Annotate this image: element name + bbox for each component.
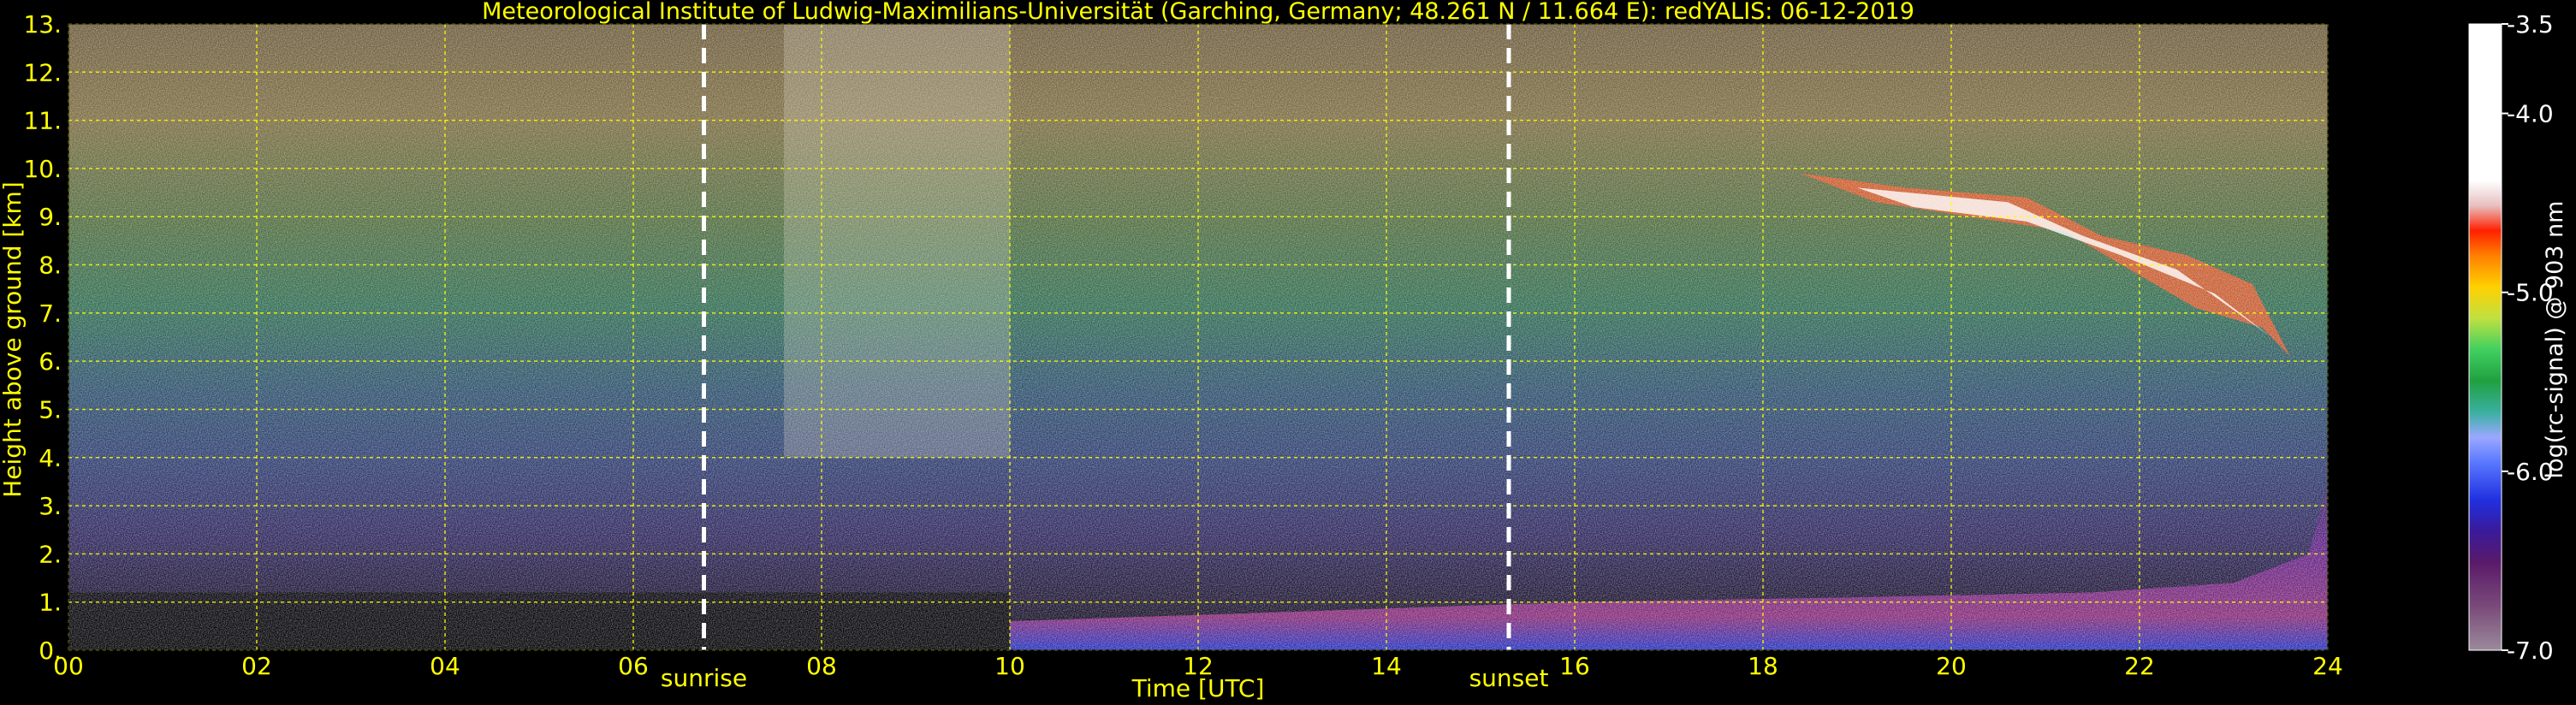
y-tick-label: 2. (39, 540, 62, 568)
lidar-chart: sunrise sunset 00 02 04 06 08 10 12 14 16 18 20 22 24… (0, 0, 2568, 702)
y-tick-label: 1. (39, 589, 62, 617)
y-tick-label: 3. (39, 492, 62, 520)
colorbar-tick-label: -3.5 (2507, 10, 2554, 39)
x-tick-label: 10 (994, 652, 1025, 680)
x-tick-label: 06 (618, 652, 649, 680)
y-tick-label: 4. (39, 444, 62, 472)
x-tick-label: 24 (2312, 652, 2343, 680)
event-label-sunrise: sunrise (661, 664, 747, 692)
x-tick-label: 08 (806, 652, 837, 680)
y-tick-label: 8. (39, 252, 62, 280)
x-tick-label: 02 (241, 652, 272, 680)
y-tick-label: 12. (23, 58, 62, 86)
y-tick-label: 9. (39, 203, 62, 231)
colorbar-tick-label: -4.0 (2507, 100, 2554, 128)
y-tick-label: 6. (39, 347, 62, 376)
colorbar: -3.5-4.0-5.0-6.0-7.0 (2468, 10, 2554, 665)
x-tick-label: 18 (1748, 652, 1778, 680)
x-tick-label: 16 (1559, 652, 1590, 680)
y-axis-label: Height above ground [km] (0, 181, 27, 498)
y-tick-label: 7. (39, 299, 62, 328)
y-tick-label: 10. (23, 155, 62, 183)
y-tick-label: 0. (39, 637, 62, 665)
x-tick-label: 22 (2124, 652, 2155, 680)
x-tick-label: 14 (1371, 652, 1402, 680)
y-tick-label: 13. (23, 10, 62, 39)
colorbar-tick-label: -7.0 (2507, 637, 2554, 665)
backscatter-image (68, 24, 2328, 650)
x-axis-label: Time [UTC] (1131, 674, 1265, 702)
chart-title: Meteorological Institute of Ludwig-Maxim… (482, 0, 1914, 25)
event-label-sunset: sunset (1469, 664, 1549, 692)
x-tick-label: 20 (1936, 652, 1967, 680)
colorbar-label: log(rc-signal) @ 903 nm (2542, 201, 2568, 479)
y-tick-label: 11. (23, 107, 62, 135)
y-tick-label: 5. (39, 395, 62, 424)
x-tick-label: 04 (430, 652, 460, 680)
